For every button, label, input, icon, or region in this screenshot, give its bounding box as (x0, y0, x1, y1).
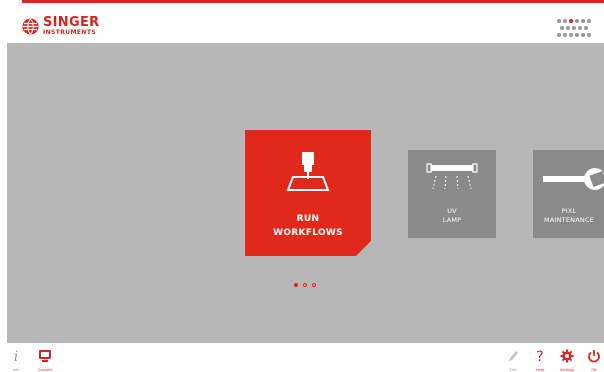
uv-lamp-tile[interactable]: UV LAMP (408, 150, 496, 238)
wrench-icon (543, 168, 604, 190)
plate-dots-icon[interactable] (556, 17, 592, 39)
pencil-icon (509, 351, 518, 361)
monitor-icon (39, 350, 52, 362)
svg-text:i: i (14, 349, 18, 363)
settings-label: Settings (560, 368, 575, 372)
connect-label: Connect (38, 368, 53, 372)
off-label: Off (591, 368, 597, 372)
tile-label-line1: UV (447, 207, 457, 215)
tile-carousel: RUN WORKFLOWS UV LAMP PIXL MAINTENANCE (7, 43, 604, 343)
help-label: Help (536, 368, 544, 372)
power-icon (588, 350, 600, 363)
pager-dot-3[interactable] (312, 283, 316, 287)
power-button[interactable]: Off (587, 348, 601, 372)
pixl-maintenance-tile[interactable]: PIXL MAINTENANCE (533, 150, 604, 238)
help-button[interactable]: ? Help (534, 348, 546, 372)
brand-subtitle: INSTRUMENTS (43, 29, 97, 36)
singer-globe-icon (22, 18, 39, 34)
singer-logo: SINGER INSTRUMENTS (22, 16, 99, 36)
carousel-pager (294, 283, 316, 287)
info-label: Info (12, 368, 20, 372)
settings-button[interactable]: Settings (560, 348, 574, 372)
tile-label-line1: PIXL (561, 207, 577, 215)
header-bar: SINGER INSTRUMENTS (0, 3, 604, 43)
edit-label: Edit (509, 368, 517, 372)
question-icon: ? (536, 349, 543, 365)
run-workflows-tile[interactable]: RUN WORKFLOWS (245, 130, 371, 256)
uv-lamp-icon (426, 163, 478, 190)
pinning-robot-icon (286, 152, 330, 191)
connect-button[interactable]: Connect (38, 348, 52, 372)
tile-label-line1: RUN (296, 214, 320, 224)
pager-dot-2[interactable] (303, 283, 307, 287)
pager-dot-1[interactable] (294, 283, 298, 287)
edit-button[interactable]: Edit (507, 348, 519, 372)
info-button[interactable]: i Info (11, 348, 21, 372)
info-icon: i (14, 349, 18, 365)
gear-icon (560, 349, 574, 363)
brand-name: SINGER (43, 15, 100, 30)
tile-label-line2: WORKFLOWS (273, 228, 343, 238)
svg-text:?: ? (536, 349, 543, 363)
tile-label-line2: LAMP (442, 216, 462, 224)
tile-label-line2: MAINTENANCE (544, 216, 594, 224)
footer-toolbar: i Info Connect Edit ? Help Settings Off (0, 343, 604, 372)
